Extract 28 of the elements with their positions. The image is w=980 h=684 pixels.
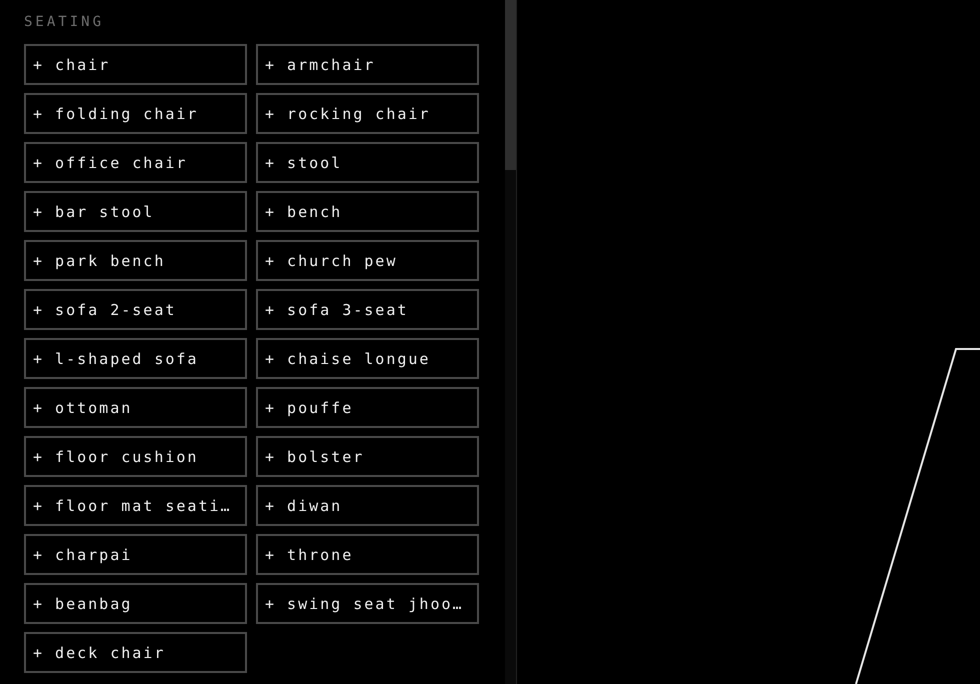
add-item-button[interactable]: + throne [256,534,479,575]
add-item-button[interactable]: + chaise longue [256,338,479,379]
section-heading: SEATING [24,13,106,32]
scrollbar-thumb[interactable] [505,0,516,170]
add-item-button[interactable]: + floor mat seati… [24,485,247,526]
add-item-button[interactable]: + sofa 2-seat [24,289,247,330]
add-item-button[interactable]: + armchair [256,44,479,85]
add-item-button[interactable]: + park bench [24,240,247,281]
add-item-button[interactable]: + folding chair [24,93,247,134]
add-item-button[interactable]: + l-shaped sofa [24,338,247,379]
add-item-button[interactable]: + bar stool [24,191,247,232]
add-item-button[interactable]: + charpai [24,534,247,575]
add-item-button[interactable]: + pouffe [256,387,479,428]
add-item-button[interactable]: + bolster [256,436,479,477]
add-item-button[interactable]: + floor cushion [24,436,247,477]
add-item-button[interactable]: + ottoman [24,387,247,428]
add-item-button[interactable]: + office chair [24,142,247,183]
add-item-button[interactable]: + bench [256,191,479,232]
add-item-button[interactable]: + sofa 3-seat [256,289,479,330]
add-item-button[interactable]: + chair [24,44,247,85]
scrollbar-track[interactable] [505,0,517,684]
add-item-button[interactable]: + swing seat jhoo… [256,583,479,624]
add-item-button[interactable]: + deck chair [24,632,247,673]
add-item-button[interactable]: + church pew [256,240,479,281]
add-item-button[interactable]: + beanbag [24,583,247,624]
add-item-button[interactable]: + diwan [256,485,479,526]
add-item-button[interactable]: + rocking chair [256,93,479,134]
add-item-button[interactable]: + stool [256,142,479,183]
